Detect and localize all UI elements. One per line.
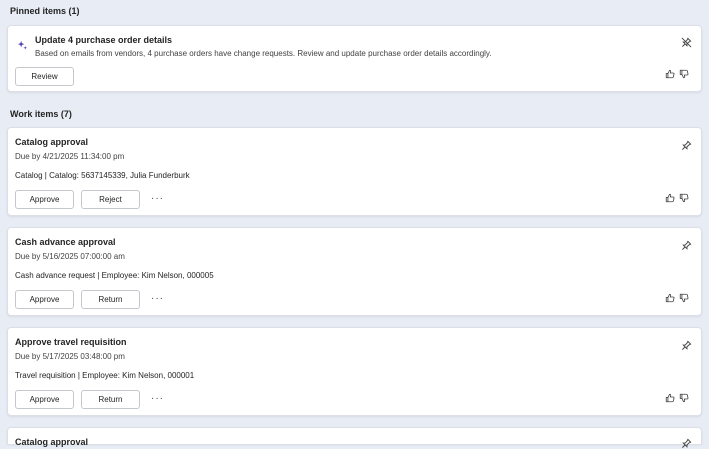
thumbs-up-icon[interactable] [665,193,675,203]
thumbs-down-icon[interactable] [679,193,689,203]
approve-button[interactable]: Approve [15,390,74,409]
sparkle-icon [17,40,28,51]
thumbs-down-icon[interactable] [679,293,689,303]
thumbs-up-icon[interactable] [665,293,675,303]
work-item-card: Catalog approval Due by 4/21/2025 11:34:… [7,127,702,216]
pin-icon[interactable] [681,140,692,151]
review-button[interactable]: Review [15,67,74,86]
more-options-button[interactable]: ··· [151,194,164,204]
more-options-button[interactable]: ··· [151,294,164,304]
pin-icon[interactable] [681,340,692,351]
work-item-title: Catalog approval [15,137,89,147]
pin-icon[interactable] [681,240,692,251]
more-options-button[interactable]: ··· [151,394,164,404]
reject-button[interactable]: Reject [81,190,140,209]
work-item-card: Catalog approval [7,427,702,448]
unpin-icon[interactable] [681,37,692,48]
pinned-card: Update 4 purchase order details Based on… [7,25,702,92]
work-item-title: Cash advance approval [15,237,116,247]
return-button[interactable]: Return [81,390,140,409]
work-item-due-date: Due by 5/17/2025 03:48:00 pm [15,352,125,361]
thumbs-up-icon[interactable] [665,69,675,79]
work-item-description: Catalog | Catalog: 5637145339, Julia Fun… [15,171,190,180]
work-item-description: Travel requisition | Employee: Kim Nelso… [15,371,195,380]
approve-button[interactable]: Approve [15,190,74,209]
thumbs-down-icon[interactable] [679,393,689,403]
return-button[interactable]: Return [81,290,140,309]
work-item-due-date: Due by 5/16/2025 07:00:00 am [15,252,125,261]
thumbs-down-icon[interactable] [679,69,689,79]
work-item-description: Cash advance request | Employee: Kim Nel… [15,271,214,280]
work-item-title: Approve travel requisition [15,337,127,347]
thumbs-up-icon[interactable] [665,393,675,403]
pinned-item-title: Update 4 purchase order details [35,35,173,45]
work-items-heading: Work items (7) [10,109,72,119]
approve-button[interactable]: Approve [15,290,74,309]
work-item-due-date: Due by 4/21/2025 11:34:00 pm [15,152,125,161]
work-item-card: Approve travel requisition Due by 5/17/2… [7,327,702,416]
work-item-title: Catalog approval [15,437,89,447]
work-item-card: Cash advance approval Due by 5/16/2025 0… [7,227,702,316]
pinned-section-heading: Pinned items (1) [10,6,80,16]
pinned-item-description: Based on emails from vendors, 4 purchase… [35,49,492,58]
